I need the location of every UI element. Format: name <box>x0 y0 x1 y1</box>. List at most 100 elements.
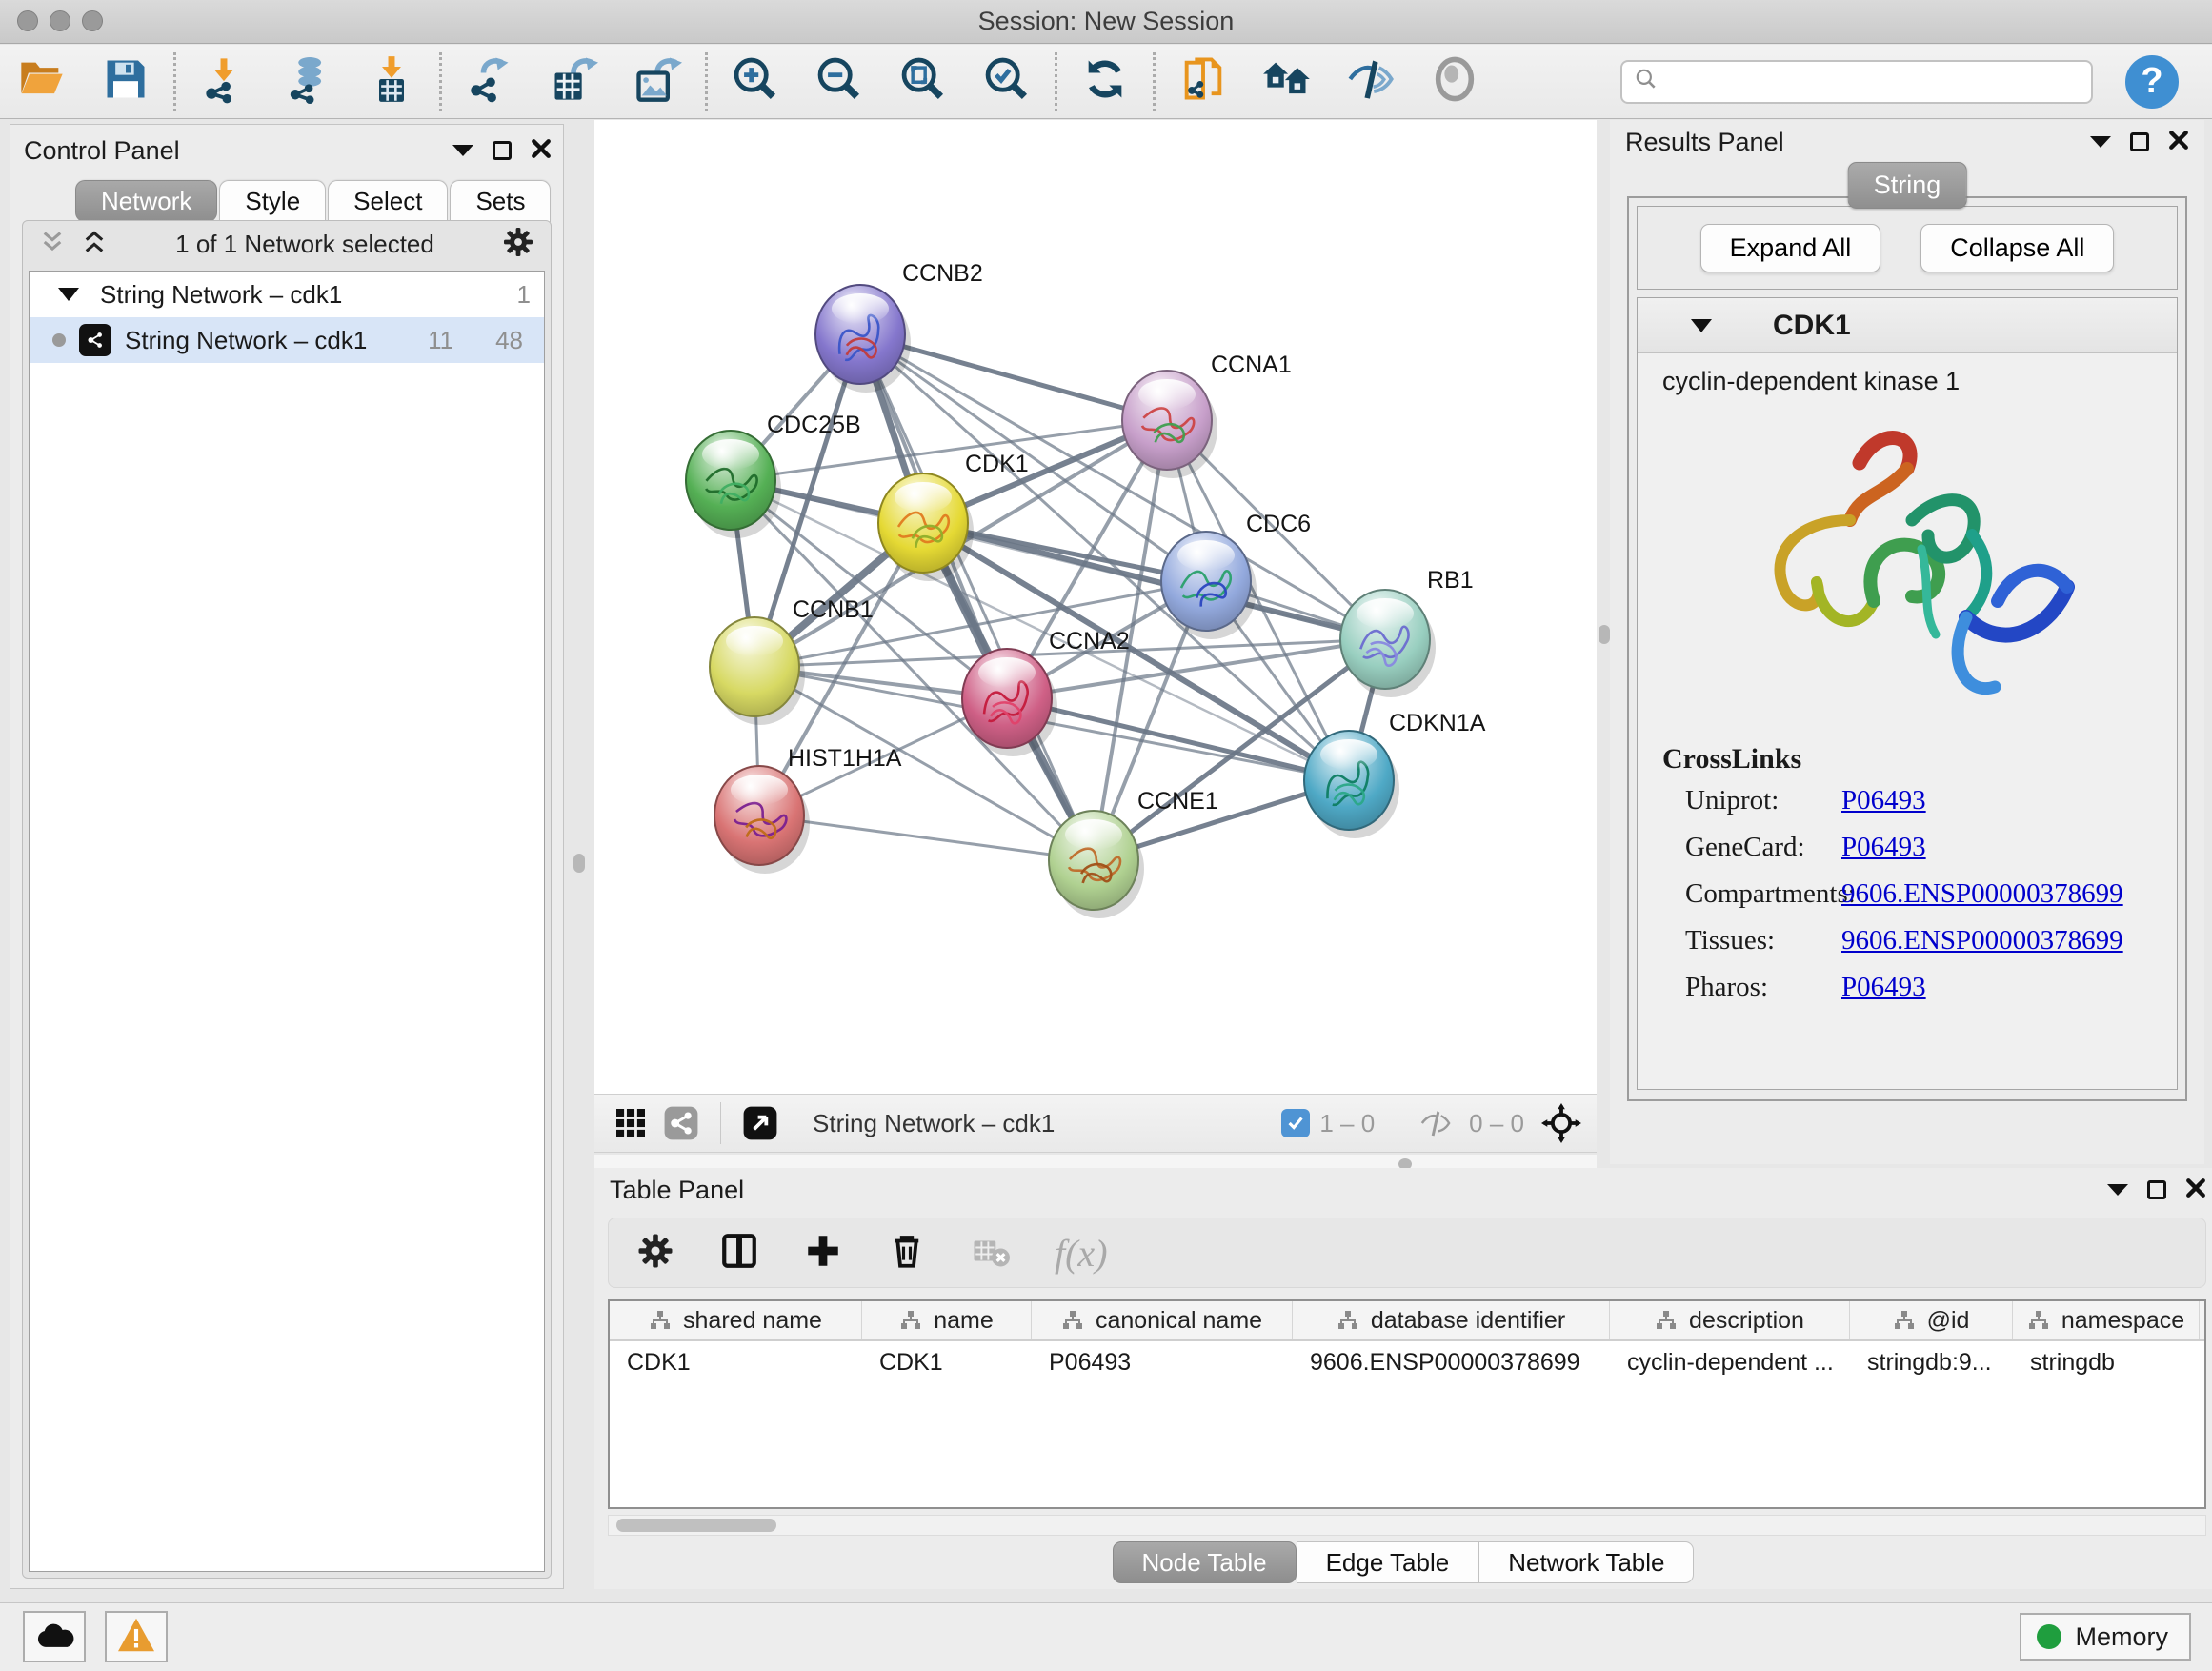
tab-node-table[interactable]: Node Table <box>1113 1541 1297 1583</box>
table-row[interactable]: CDK1CDK1P064939606.ENSP00000378699cyclin… <box>610 1341 2204 1383</box>
export-image-button[interactable] <box>615 49 699 115</box>
close-panel-icon[interactable] <box>2185 1178 2206 1203</box>
collapse-all-icon[interactable] <box>38 230 67 259</box>
show-columns-icon[interactable] <box>719 1231 759 1276</box>
crosslink-link[interactable]: 9606.ENSP00000378699 <box>1841 878 2123 910</box>
apply-layout-button[interactable] <box>1063 49 1147 115</box>
right-splitter-handle[interactable] <box>1599 625 1610 644</box>
network-node-HIST1H1A[interactable] <box>714 766 810 874</box>
close-window-button[interactable] <box>17 10 38 31</box>
network-graph[interactable]: CCNB2CCNA1CDC25BCDK1CDC6RB1CCNB1CCNA2CDK… <box>594 120 1597 1094</box>
panel-menu-icon[interactable] <box>2107 1184 2128 1196</box>
section-expander-icon[interactable] <box>1691 319 1712 332</box>
export-network-button[interactable] <box>448 49 532 115</box>
open-session-button[interactable] <box>0 49 84 115</box>
table-settings-gear-icon[interactable] <box>635 1231 675 1276</box>
zoom-fit-button[interactable] <box>881 49 965 115</box>
network-canvas[interactable]: CCNB2CCNA1CDC25BCDK1CDC6RB1CCNB1CCNA2CDK… <box>594 120 1597 1094</box>
scrollbar-thumb[interactable] <box>616 1519 776 1532</box>
tab-sets[interactable]: Sets <box>450 180 551 222</box>
table-cell: 9606.ENSP00000378699 <box>1293 1341 1610 1383</box>
save-session-button[interactable] <box>84 49 168 115</box>
network-collection-row[interactable]: String Network – cdk1 1 <box>30 272 544 317</box>
network-node-CDC25B[interactable] <box>686 431 781 538</box>
crosslink-link[interactable]: P06493 <box>1841 972 1926 1003</box>
network-edge-CCNB2-CCNE1[interactable] <box>860 334 1094 860</box>
column-header-namespace[interactable]: namespace <box>2013 1301 2200 1339</box>
expand-all-button[interactable]: Expand All <box>1700 224 1881 272</box>
network-node-CCNB2[interactable] <box>815 285 911 393</box>
eye-slash-icon <box>1346 54 1396 109</box>
selected-checkbox-icon[interactable] <box>1281 1109 1310 1137</box>
node-label-CCNA1: CCNA1 <box>1211 352 1292 378</box>
birdseye-view-icon[interactable] <box>742 1105 778 1141</box>
zoom-selected-button[interactable] <box>965 49 1049 115</box>
show-all-button[interactable] <box>1413 49 1497 115</box>
minimize-window-button[interactable] <box>50 10 70 31</box>
delete-column-trash-icon[interactable] <box>887 1231 927 1276</box>
network-node-RB1[interactable] <box>1340 590 1436 697</box>
column-header-database-identifier[interactable]: database identifier <box>1293 1301 1610 1339</box>
close-panel-icon[interactable] <box>531 138 552 164</box>
hidden-node-edge-count: 0 – 0 <box>1469 1109 1524 1138</box>
panel-menu-icon[interactable] <box>2090 136 2111 148</box>
float-panel-icon[interactable] <box>493 141 512 160</box>
tab-network-table[interactable]: Network Table <box>1478 1541 1694 1583</box>
main-toolbar: ? <box>0 45 2212 119</box>
tree-expander-icon[interactable] <box>58 288 79 301</box>
column-header-description[interactable]: description <box>1610 1301 1850 1339</box>
gene-section-header[interactable]: CDK1 <box>1638 298 2177 353</box>
column-header-@id[interactable]: @id <box>1850 1301 2013 1339</box>
import-network-from-database-button[interactable] <box>266 49 350 115</box>
hide-selected-button[interactable] <box>1329 49 1413 115</box>
float-panel-icon[interactable] <box>2147 1180 2166 1199</box>
column-header-name[interactable]: name <box>862 1301 1032 1339</box>
crosslink-link[interactable]: P06493 <box>1841 832 1926 863</box>
left-splitter-handle[interactable] <box>573 854 585 873</box>
tab-string[interactable]: String <box>1848 162 1967 209</box>
network-node-CCNA2[interactable] <box>962 649 1057 756</box>
float-panel-icon[interactable] <box>2130 132 2149 151</box>
zoom-in-button[interactable] <box>714 49 797 115</box>
network-node-CCNA1[interactable] <box>1122 371 1217 478</box>
tab-edge-table[interactable]: Edge Table <box>1297 1541 1479 1583</box>
add-column-icon[interactable] <box>803 1231 843 1276</box>
tab-select[interactable]: Select <box>328 180 448 222</box>
table-horizontal-scrollbar[interactable] <box>608 1515 2206 1536</box>
column-label: name <box>934 1307 994 1335</box>
column-header-shared-name[interactable]: shared name <box>610 1301 862 1339</box>
zoom-out-button[interactable] <box>797 49 881 115</box>
close-panel-icon[interactable] <box>2168 130 2189 155</box>
node-label-CCNE1: CCNE1 <box>1137 788 1218 815</box>
table-cell: CDK1 <box>610 1341 862 1383</box>
crosslink-link[interactable]: 9606.ENSP00000378699 <box>1841 925 2123 956</box>
network-document-button[interactable] <box>1161 49 1245 115</box>
panel-menu-icon[interactable] <box>452 145 473 156</box>
gear-icon[interactable] <box>501 225 535 264</box>
expand-all-icon[interactable] <box>80 230 109 259</box>
warnings-button[interactable] <box>105 1611 168 1662</box>
network-node-CCNE1[interactable] <box>1049 811 1144 918</box>
import-network-button[interactable] <box>182 49 266 115</box>
crosslink-link[interactable]: P06493 <box>1841 785 1926 816</box>
network-node-CDKN1A[interactable] <box>1304 731 1399 838</box>
table-panel-title: Table Panel <box>610 1176 744 1205</box>
help-button[interactable]: ? <box>2125 55 2179 109</box>
export-table-button[interactable] <box>532 49 615 115</box>
network-row[interactable]: String Network – cdk1 1148 <box>30 317 544 363</box>
search-input[interactable] <box>1659 69 2068 95</box>
zoom-out-icon <box>814 54 864 109</box>
collapse-all-button[interactable]: Collapse All <box>1920 224 2114 272</box>
ndex-home-button[interactable] <box>1245 49 1329 115</box>
cloud-button[interactable] <box>23 1611 86 1662</box>
import-table-button[interactable] <box>350 49 433 115</box>
network-node-CDK1[interactable] <box>878 473 974 581</box>
grid-view-icon[interactable] <box>613 1106 648 1140</box>
crosshair-icon[interactable] <box>1541 1103 1581 1143</box>
network-view-icon[interactable] <box>663 1105 699 1141</box>
zoom-window-button[interactable] <box>82 10 103 31</box>
tab-style[interactable]: Style <box>219 180 326 222</box>
tab-network[interactable]: Network <box>75 180 217 222</box>
column-header-canonical-name[interactable]: canonical name <box>1032 1301 1293 1339</box>
memory-button[interactable]: Memory <box>2020 1613 2191 1661</box>
